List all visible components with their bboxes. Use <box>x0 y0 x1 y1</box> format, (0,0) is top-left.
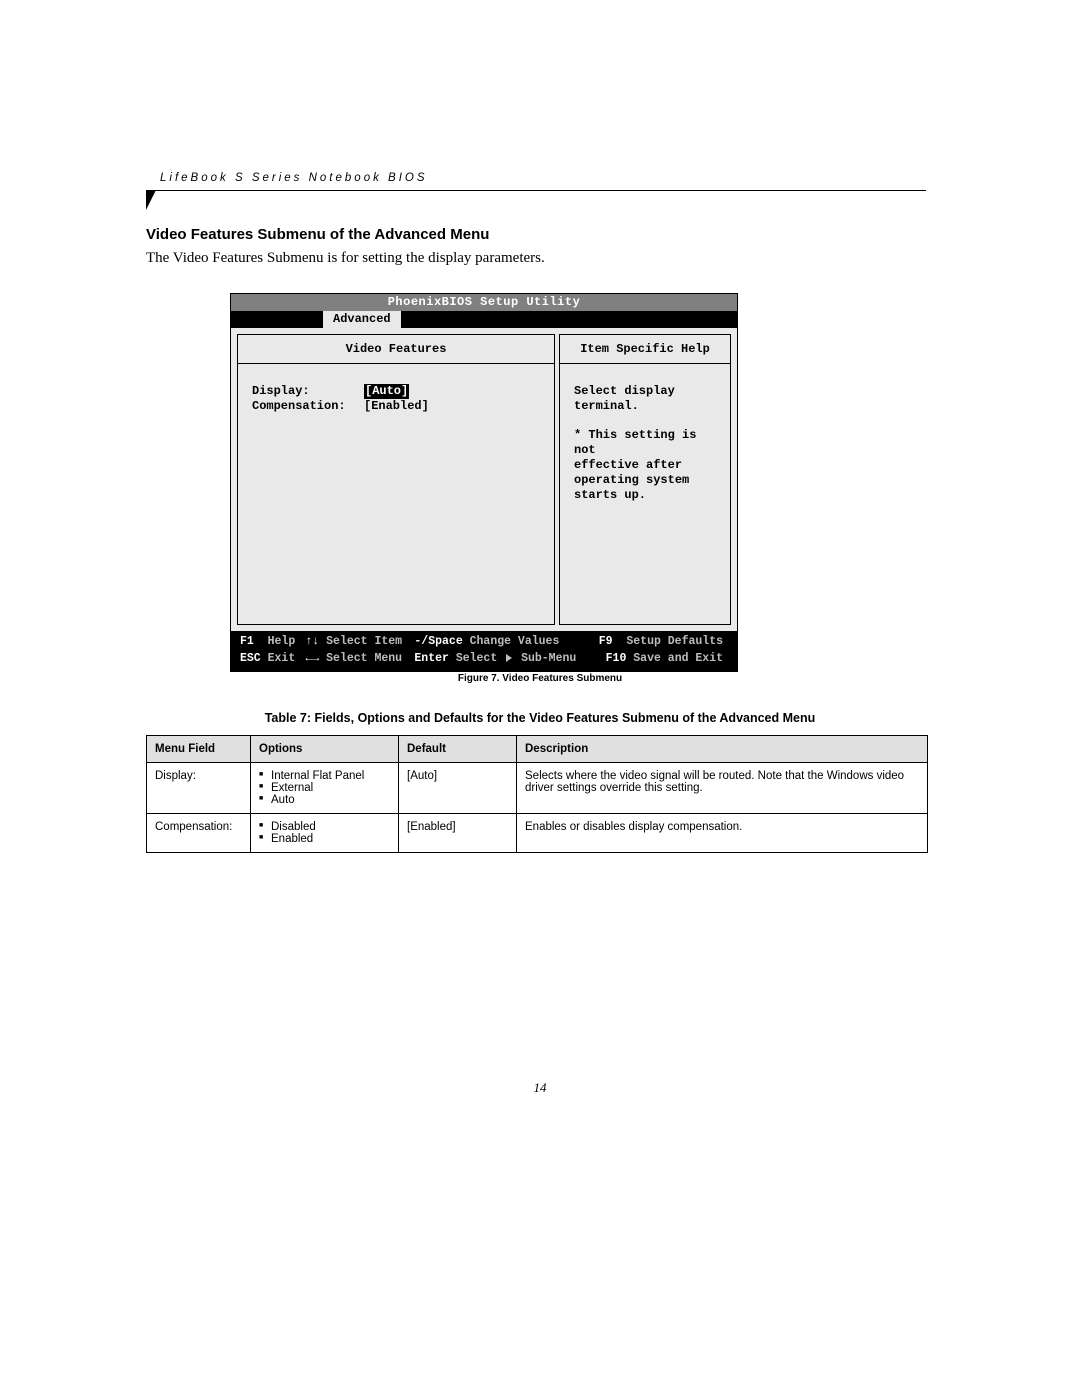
help-line: * This setting is not <box>574 428 716 458</box>
help-line: Select display terminal. <box>574 384 716 414</box>
option-item: External <box>259 782 390 794</box>
bios-left-heading: Video Features <box>238 335 554 364</box>
bios-body: Video Features Display: [Auto] Compensat… <box>231 328 737 631</box>
cell-description: Enables or disables display compensation… <box>517 814 928 853</box>
label-select-sub-pre: Select <box>456 652 497 665</box>
option-item: Internal Flat Panel <box>259 770 390 782</box>
table-row: Compensation: Disabled Enabled [Enabled]… <box>147 814 928 853</box>
label-help: Help <box>268 635 296 648</box>
running-head: LifeBook S Series Notebook BIOS <box>160 172 428 184</box>
cell-default: [Auto] <box>399 763 517 814</box>
cell-options: Disabled Enabled <box>251 814 399 853</box>
table-caption: Table 7: Fields, Options and Defaults fo… <box>0 711 1080 725</box>
page-number: 14 <box>0 1080 1080 1096</box>
bios-right-heading: Item Specific Help <box>560 335 730 364</box>
triangle-right-icon <box>506 654 512 662</box>
bios-setting-value: [Enabled] <box>364 399 429 414</box>
bios-right-pane: Item Specific Help Select display termin… <box>559 334 731 625</box>
bios-setting-label: Display: <box>252 384 364 399</box>
help-line: operating system <box>574 473 716 488</box>
bios-tab-advanced[interactable]: Advanced <box>323 311 401 328</box>
bios-setting-label: Compensation: <box>252 399 364 414</box>
cell-description: Selects where the video signal will be r… <box>517 763 928 814</box>
cell-options: Internal Flat Panel External Auto <box>251 763 399 814</box>
key-f10: F10 <box>606 652 627 665</box>
figure-caption: Figure 7. Video Features Submenu <box>0 673 1080 684</box>
bios-menubar: Advanced <box>231 311 737 328</box>
bios-setting-value-selected: [Auto] <box>364 384 409 399</box>
option-item: Disabled <box>259 821 390 833</box>
corner-mark-icon <box>146 190 156 210</box>
bios-help-text: Select display terminal. * This setting … <box>560 364 730 624</box>
cell-default: [Enabled] <box>399 814 517 853</box>
key-esc: ESC <box>240 652 261 665</box>
option-item: Enabled <box>259 833 390 845</box>
th-options: Options <box>251 736 399 763</box>
header-rule <box>146 190 926 191</box>
help-line: effective after <box>574 458 716 473</box>
fields-table: Menu Field Options Default Description D… <box>146 735 928 853</box>
th-menu-field: Menu Field <box>147 736 251 763</box>
cell-field: Display: <box>147 763 251 814</box>
bios-setting-display[interactable]: Display: [Auto] <box>252 384 540 399</box>
label-select-sub-post: Sub-Menu <box>521 652 576 665</box>
key-updown: ↑↓ <box>305 635 319 648</box>
key-leftright: ←→ <box>305 652 319 665</box>
section-title: Video Features Submenu of the Advanced M… <box>146 226 489 243</box>
label-change-values: Change Values <box>470 635 560 648</box>
th-description: Description <box>517 736 928 763</box>
label-select-menu: Select Menu <box>326 652 402 665</box>
bios-title-bar: PhoenixBIOS Setup Utility <box>231 294 737 311</box>
label-exit: Exit <box>268 652 296 665</box>
label-select-item: Select Item <box>326 635 402 648</box>
bios-window: PhoenixBIOS Setup Utility Advanced Video… <box>230 293 738 672</box>
key-f9: F9 <box>599 635 613 648</box>
bios-footer: F1 Help ↑↓ Select Item -/Space Change Va… <box>231 631 737 671</box>
table-row: Display: Internal Flat Panel External Au… <box>147 763 928 814</box>
bios-left-pane: Video Features Display: [Auto] Compensat… <box>237 334 555 625</box>
page: LifeBook S Series Notebook BIOS Video Fe… <box>0 0 1080 1397</box>
section-intro: The Video Features Submenu is for settin… <box>146 250 545 267</box>
bios-setting-compensation[interactable]: Compensation: [Enabled] <box>252 399 540 414</box>
label-save-exit: Save and Exit <box>633 652 723 665</box>
th-default: Default <box>399 736 517 763</box>
key-minus-space: -/Space <box>414 635 462 648</box>
cell-field: Compensation: <box>147 814 251 853</box>
key-f1: F1 <box>240 635 254 648</box>
bios-tab-spacer <box>231 311 323 328</box>
key-enter: Enter <box>414 652 449 665</box>
help-line: starts up. <box>574 488 716 503</box>
bios-settings-list: Display: [Auto] Compensation: [Enabled] <box>238 364 554 624</box>
table-header-row: Menu Field Options Default Description <box>147 736 928 763</box>
label-setup-defaults: Setup Defaults <box>626 635 723 648</box>
option-item: Auto <box>259 794 390 806</box>
